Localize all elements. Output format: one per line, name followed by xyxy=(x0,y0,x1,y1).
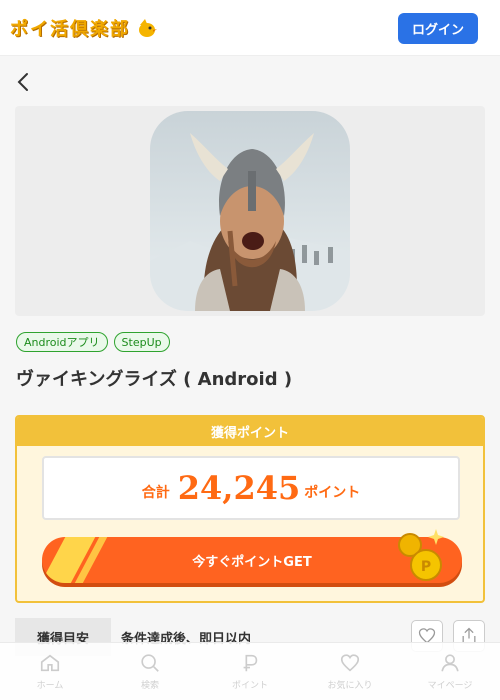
app-icon-image xyxy=(150,111,350,311)
logo-text: ポイ活倶楽部 xyxy=(10,19,130,40)
back-icon[interactable] xyxy=(12,68,36,96)
nav-item-mypage[interactable]: マイページ xyxy=(400,643,500,700)
point-icon xyxy=(243,654,258,672)
points-card: 獲得ポイント 合計 24,245 ポイント 今すぐポイントGET P xyxy=(15,415,485,603)
total-points-box: 合計 24,245 ポイント xyxy=(42,456,460,520)
nav-item-search[interactable]: 検索 xyxy=(100,643,200,700)
total-label: 合計 xyxy=(141,485,170,501)
tag-android: Androidアプリ xyxy=(16,332,108,352)
heart-icon xyxy=(340,654,360,672)
nav-label: お気に入り xyxy=(327,681,373,691)
bird-logo-icon xyxy=(139,19,157,37)
app-hero xyxy=(15,106,485,316)
tag-list: Androidアプリ StepUp xyxy=(16,332,170,352)
coins-icon: P xyxy=(398,529,444,581)
bottom-nav: ホーム 検索 ポイント お気に入り マイページ xyxy=(0,642,500,700)
nav-label: ホーム xyxy=(36,681,64,691)
nav-item-points[interactable]: ポイント xyxy=(200,643,300,700)
nav-label: 検索 xyxy=(140,681,159,691)
tag-stepup: StepUp xyxy=(113,332,170,352)
nav-item-favorites[interactable]: お気に入り xyxy=(300,643,400,700)
nav-label: マイページ xyxy=(427,681,473,691)
header: ポイ活倶楽部 ログイン xyxy=(0,0,500,56)
logo[interactable]: ポイ活倶楽部 xyxy=(10,14,158,42)
nav-label: ポイント xyxy=(231,681,268,691)
page: ポイ活倶楽部 ログイン Androidアプリ StepUp ヴァイキングライズ … xyxy=(0,0,500,700)
points-unit: ポイント xyxy=(304,485,361,501)
user-icon xyxy=(441,654,459,672)
nav-item-home[interactable]: ホーム xyxy=(0,643,100,700)
svg-text:P: P xyxy=(421,559,431,575)
login-button[interactable]: ログイン xyxy=(398,13,478,44)
points-header: 獲得ポイント xyxy=(17,417,483,446)
get-points-label: 今すぐポイントGET xyxy=(192,554,312,570)
search-icon xyxy=(141,654,159,672)
app-title: ヴァイキングライズ ( Android ) xyxy=(16,369,293,390)
total-points-value: 24,245 xyxy=(177,469,301,507)
home-icon xyxy=(40,654,60,672)
